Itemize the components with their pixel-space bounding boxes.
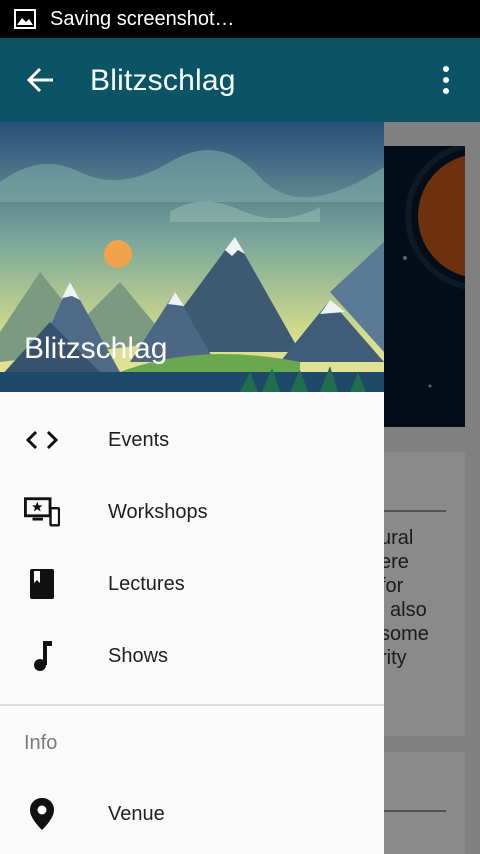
image-icon <box>14 9 36 29</box>
status-notification-text: Saving screenshot… <box>50 7 235 30</box>
drawer-header: Blitzschlag <box>0 122 384 392</box>
drawer-item-label: Workshops <box>108 500 208 523</box>
drawer-item-shows[interactable]: Shows <box>0 620 384 692</box>
drawer-item-label: Shows <box>108 644 169 667</box>
devices-star-icon <box>24 494 60 530</box>
music-note-icon <box>24 638 60 674</box>
drawer-item-label: Venue <box>108 802 165 825</box>
location-pin-icon <box>24 796 60 832</box>
app-bar: Blitzschlag <box>0 38 480 122</box>
book-icon <box>24 566 60 602</box>
drawer-item-venue[interactable]: Venue <box>0 778 384 850</box>
status-bar: Saving screenshot… <box>0 0 480 38</box>
app-bar-title: Blitzschlag <box>90 64 236 97</box>
navigation-drawer: Blitzschlag Events Workshops Lectures Sh… <box>0 122 384 854</box>
drawer-header-title: Blitzschlag <box>24 332 168 365</box>
drawer-item-events[interactable]: Events <box>0 404 384 476</box>
code-icon <box>24 422 60 458</box>
drawer-item-lectures[interactable]: Lectures <box>0 548 384 620</box>
drawer-item-label: Events <box>108 428 170 451</box>
drawer-item-label: Lectures <box>108 572 185 595</box>
drawer-divider <box>0 704 384 706</box>
drawer-section-header: Info <box>24 732 58 754</box>
drawer-item-workshops[interactable]: Workshops <box>0 476 384 548</box>
arrow-back-icon[interactable] <box>26 66 56 94</box>
more-vert-icon[interactable] <box>436 64 456 96</box>
